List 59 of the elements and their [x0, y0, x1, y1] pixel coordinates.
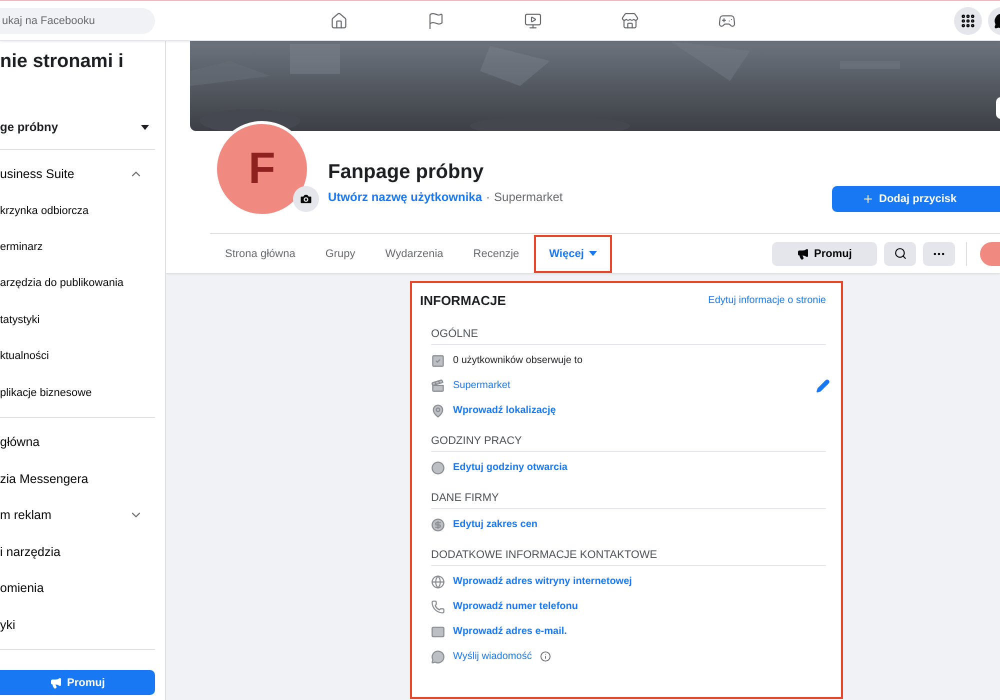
info-link[interactable]: Edytuj godziny otwarcia	[453, 462, 568, 473]
page-tab[interactable]: Recenzje	[458, 234, 534, 272]
pencil-icon[interactable]	[816, 378, 830, 392]
camera-icon[interactable]	[293, 186, 319, 212]
sidebar-item[interactable]: m reklam	[0, 496, 155, 534]
menu-grid-icon[interactable]	[954, 6, 982, 34]
globe-icon	[431, 574, 445, 588]
section-heading: OGÓLNE	[431, 328, 826, 345]
info-link[interactable]: Supermarket	[453, 380, 510, 391]
page-tab[interactable]: Więcej	[534, 234, 612, 272]
plus-icon	[862, 193, 874, 205]
info-link[interactable]: Wprowadź adres e-mail.	[453, 626, 567, 637]
sidebar-item[interactable]: i narzędzia	[0, 533, 155, 570]
info-link[interactable]: Wyślij wiadomość	[453, 651, 532, 662]
sidebar-item[interactable]: usiness Suite	[0, 156, 155, 192]
sidebar-subitem[interactable]: arzędzia do publikowania	[0, 265, 155, 302]
promote-button[interactable]: Promuj	[0, 670, 155, 695]
search-button[interactable]	[884, 242, 916, 266]
sidebar-subitem[interactable]: ktualności	[0, 338, 155, 374]
promote-button[interactable]: Promuj	[772, 242, 877, 266]
search-field[interactable]: ukaj na Facebooku	[0, 8, 155, 34]
megaphone-icon	[50, 676, 62, 688]
info-icon[interactable]	[540, 651, 551, 662]
sidebar-title: nie stronami i	[0, 51, 124, 72]
sidebar-item[interactable]: zia Messengera	[0, 460, 155, 497]
sidebar-item[interactable]: yki	[0, 606, 155, 643]
sidebar-item[interactable]: główna	[0, 424, 155, 460]
megaphone-icon	[797, 248, 810, 260]
section-heading: GODZINY PRACY	[431, 435, 826, 452]
caret-icon	[141, 124, 149, 130]
username-link[interactable]: Utwórz nazwę użytkownika	[328, 190, 482, 204]
page-tab[interactable]: Wydarzenia	[370, 234, 458, 272]
checkbox-icon	[431, 354, 445, 368]
card-title: INFORMACJE	[420, 293, 506, 308]
dollar-icon	[431, 518, 445, 532]
info-link[interactable]: Edytuj zakres cen	[453, 519, 538, 530]
page-tab[interactable]: Strona główna	[210, 234, 310, 272]
page-tab[interactable]: Grupy	[310, 234, 370, 272]
section-heading: DODATKOWE INFORMACJE KONTAKTOWE	[431, 549, 826, 566]
page-name: Fanpage próbny	[328, 161, 485, 184]
location-pin-icon	[431, 404, 445, 418]
sidebar-subitem[interactable]: plikacje biznesowe	[0, 374, 155, 411]
phone-icon	[431, 600, 445, 614]
sidebar-subitem[interactable]: erminarz	[0, 228, 155, 266]
section-heading: DANE FIRMY	[431, 492, 826, 509]
info-link[interactable]: Wprowadź adres witryny internetowej	[453, 576, 632, 587]
sidebar-subitem[interactable]: krzynka odbiorcza	[0, 192, 155, 229]
add-button[interactable]: Dodaj przycisk	[832, 186, 1000, 212]
page-category: Supermarket	[494, 190, 563, 204]
info-link[interactable]: Wprowadź numer telefonu	[453, 601, 578, 612]
edit-info-link[interactable]: Edytuj informacje o stronie	[708, 295, 826, 306]
separator: ·	[486, 190, 490, 204]
info-link[interactable]: Wprowadź lokalizację	[453, 405, 556, 416]
info-text: 0 użytkowników obserwuje to	[453, 355, 583, 366]
search-icon	[894, 247, 906, 260]
page-selector[interactable]: ge próbny	[0, 111, 155, 143]
sidebar-item[interactable]: omienia	[0, 570, 155, 606]
messenger-icon	[431, 650, 445, 664]
sidebar-subitem[interactable]: tatystyki	[0, 302, 155, 338]
